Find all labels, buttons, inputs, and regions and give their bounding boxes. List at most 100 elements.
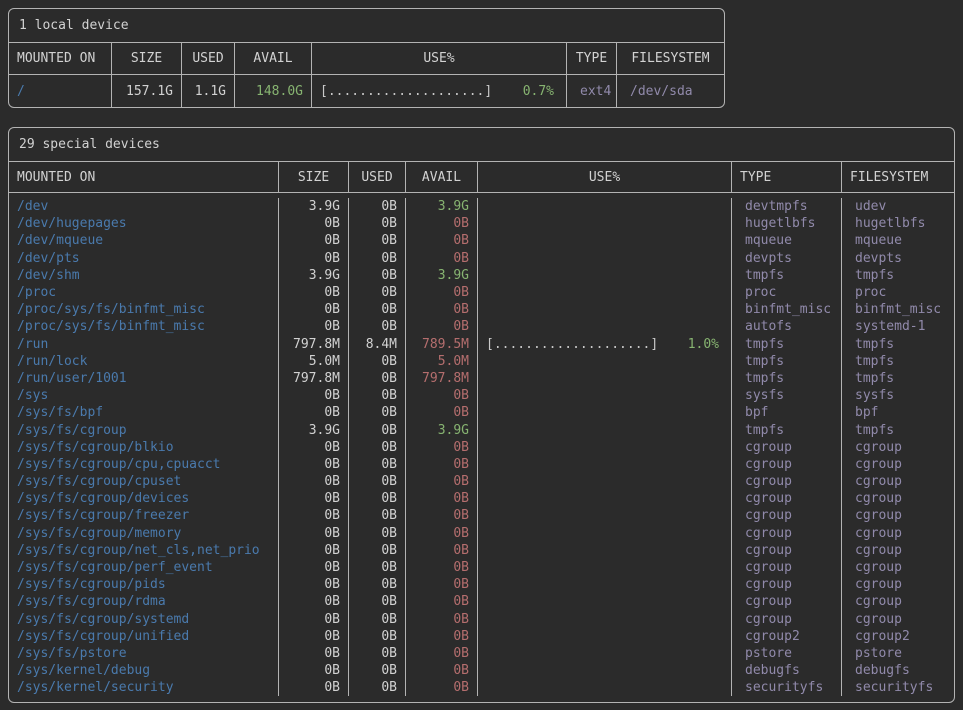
mount-point-cell: /sys/fs/cgroup/perf_event	[9, 559, 278, 576]
column-header-use-percent: USE%	[311, 43, 566, 74]
used-cell: 0B	[348, 542, 405, 559]
type-cell: tmpfs	[731, 336, 841, 353]
size-cell: 0B	[278, 404, 348, 421]
size-cell: 0B	[278, 662, 348, 679]
table-row: /sys/fs/pstore 0B 0B 0B pstore pstore	[9, 645, 954, 662]
avail-cell: 148.0G	[234, 75, 311, 107]
mount-point-cell: /proc/sys/fs/binfmt_misc	[9, 301, 278, 318]
table-row: /proc 0B 0B 0B proc proc	[9, 284, 954, 301]
column-header-avail: AVAIL	[234, 43, 311, 74]
size-cell: 0B	[278, 232, 348, 249]
use-percent-cell	[477, 456, 731, 473]
size-cell: 3.9G	[278, 267, 348, 284]
table-row: /sys/fs/cgroup/memory 0B 0B 0B cgroup cg…	[9, 525, 954, 542]
type-cell: tmpfs	[731, 353, 841, 370]
mount-point-cell: /sys/fs/cgroup/memory	[9, 525, 278, 542]
use-percent-cell	[477, 370, 731, 387]
size-cell: 0B	[278, 611, 348, 628]
table-row: /sys/fs/cgroup/rdma 0B 0B 0B cgroup cgro…	[9, 593, 954, 610]
usage-bar: [....................]	[486, 337, 658, 352]
used-cell: 0B	[348, 404, 405, 421]
filesystem-cell: tmpfs	[841, 267, 954, 284]
size-cell: 0B	[278, 559, 348, 576]
size-cell: 0B	[278, 645, 348, 662]
local-devices-table: 1 local device MOUNTED ON SIZE USED AVAI…	[8, 8, 725, 108]
use-percent-cell	[477, 473, 731, 490]
type-cell: tmpfs	[731, 267, 841, 284]
filesystem-cell: debugfs	[841, 662, 954, 679]
use-percent-cell	[477, 611, 731, 628]
use-percent-cell	[477, 439, 731, 456]
filesystem-cell: tmpfs	[841, 370, 954, 387]
usage-percent: 1.0%	[688, 337, 719, 352]
table-row: /sys/fs/cgroup/cpu,cpuacct 0B 0B 0B cgro…	[9, 456, 954, 473]
filesystem-cell: securityfs	[841, 679, 954, 696]
type-cell: autofs	[731, 318, 841, 335]
size-cell: 3.9G	[278, 421, 348, 438]
mount-point-cell: /sys/fs/cgroup/systemd	[9, 611, 278, 628]
mount-point-cell: /sys/fs/cgroup/cpuset	[9, 473, 278, 490]
use-percent-cell	[477, 284, 731, 301]
used-cell: 0B	[348, 250, 405, 267]
filesystem-cell: cgroup	[841, 456, 954, 473]
used-cell: 1.1G	[181, 75, 234, 107]
special-devices-table: 29 special devices MOUNTED ON SIZE USED …	[8, 127, 955, 703]
used-cell: 0B	[348, 593, 405, 610]
filesystem-cell: bpf	[841, 404, 954, 421]
filesystem-cell: /dev/sda	[616, 75, 724, 107]
usage-percent: 0.7%	[523, 84, 554, 99]
use-percent-cell	[477, 490, 731, 507]
size-cell: 0B	[278, 576, 348, 593]
use-percent-cell: [....................] 1.0%	[477, 336, 731, 353]
used-cell: 0B	[348, 318, 405, 335]
avail-cell: 0B	[405, 456, 477, 473]
table-row: /dev/mqueue 0B 0B 0B mqueue mqueue	[9, 232, 954, 249]
table-row: /sys/fs/cgroup/systemd 0B 0B 0B cgroup c…	[9, 611, 954, 628]
mount-point-cell: /sys/fs/cgroup/freezer	[9, 507, 278, 524]
avail-cell: 0B	[405, 284, 477, 301]
table-row: /sys/kernel/debug 0B 0B 0B debugfs debug…	[9, 662, 954, 679]
used-cell: 0B	[348, 576, 405, 593]
filesystem-cell: mqueue	[841, 232, 954, 249]
type-cell: tmpfs	[731, 370, 841, 387]
table-row: /run/lock 5.0M 0B 5.0M tmpfs tmpfs	[9, 353, 954, 370]
avail-cell: 0B	[405, 404, 477, 421]
filesystem-cell: cgroup2	[841, 628, 954, 645]
used-cell: 0B	[348, 507, 405, 524]
avail-cell: 0B	[405, 576, 477, 593]
table-row: /sys 0B 0B 0B sysfs sysfs	[9, 387, 954, 404]
avail-cell: 789.5M	[405, 336, 477, 353]
column-header-used: USED	[348, 162, 405, 192]
use-percent-cell	[477, 404, 731, 421]
column-header-size: SIZE	[111, 43, 181, 74]
filesystem-cell: tmpfs	[841, 353, 954, 370]
avail-cell: 0B	[405, 507, 477, 524]
filesystem-cell: cgroup	[841, 490, 954, 507]
size-cell: 5.0M	[278, 353, 348, 370]
mount-point-cell: /dev/mqueue	[9, 232, 278, 249]
avail-cell: 0B	[405, 301, 477, 318]
use-percent-cell	[477, 198, 731, 215]
local-devices-header-row: MOUNTED ON SIZE USED AVAIL USE% TYPE FIL…	[9, 42, 724, 75]
type-cell: cgroup	[731, 439, 841, 456]
use-percent-cell	[477, 353, 731, 370]
used-cell: 0B	[348, 645, 405, 662]
column-header-type: TYPE	[566, 43, 616, 74]
mount-point-cell: /sys/kernel/security	[9, 679, 278, 696]
use-percent-cell	[477, 645, 731, 662]
use-percent-cell	[477, 267, 731, 284]
mount-point-cell: /sys/fs/cgroup/net_cls,net_prio	[9, 542, 278, 559]
column-header-type: TYPE	[731, 162, 841, 192]
use-percent-cell	[477, 593, 731, 610]
column-header-use-percent: USE%	[477, 162, 731, 192]
size-cell: 0B	[278, 593, 348, 610]
avail-cell: 0B	[405, 628, 477, 645]
avail-cell: 3.9G	[405, 198, 477, 215]
type-cell: devtmpfs	[731, 198, 841, 215]
avail-cell: 0B	[405, 611, 477, 628]
type-cell: proc	[731, 284, 841, 301]
special-devices-body: /dev 3.9G 0B 3.9G devtmpfs udev /dev/hug…	[9, 193, 954, 701]
table-row: /sys/fs/cgroup/blkio 0B 0B 0B cgroup cgr…	[9, 439, 954, 456]
avail-cell: 5.0M	[405, 353, 477, 370]
table-row: / 157.1G 1.1G 148.0G [..................…	[9, 75, 724, 107]
